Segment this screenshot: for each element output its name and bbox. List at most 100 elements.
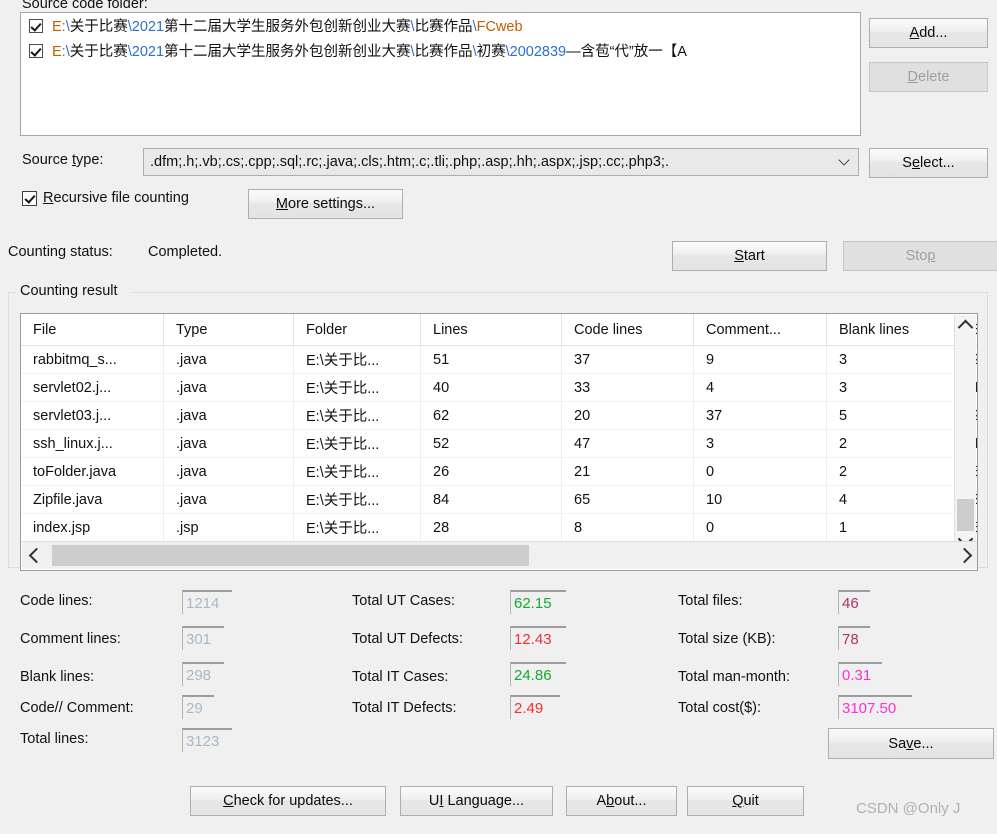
column-header-code-lines[interactable]: Code lines [561,314,694,346]
vertical-scrollbar[interactable] [954,315,976,550]
table-row[interactable]: toFolder.java.javaE:\关于比...262102824 [21,457,977,486]
source-type-label: Source type: [22,152,104,168]
source-type-combobox[interactable]: .dfm;.h;.vb;.cs;.cpp;.sql;.rc;.java;.cls… [143,148,859,176]
cell-file: servlet03.j... [21,401,164,430]
column-header-file[interactable]: File [21,314,164,346]
table-row[interactable]: Zipfile.java.javaE:\关于比...84651043480 [21,485,977,514]
summary-value-code-lines: 1214 [182,590,232,614]
save-button[interactable]: Save... [828,728,994,759]
table-row[interactable]: servlet03.j....javaE:\关于比...62203752706 [21,401,977,430]
table-header-row: File Type Folder Lines Code lines Commen… [21,314,977,346]
cell-code-lines: 47 [561,429,694,458]
results-table[interactable]: File Type Folder Lines Code lines Commen… [20,313,978,571]
cell-comment: 9 [693,345,827,374]
recursive-label: Recursive file counting [43,190,189,206]
cell-blank-lines: 2 [826,457,960,486]
cell-file: toFolder.java [21,457,164,486]
summary-value-total-cost: 3107.50 [838,695,912,719]
folder-path-2: E:\关于比赛\2021第十二届大学生服务外包创新创业大赛\比赛作品\初赛\20… [52,44,687,60]
scroll-right-icon[interactable] [950,542,977,569]
cell-code-lines: 65 [561,485,694,514]
scroll-left-icon[interactable] [22,542,50,569]
cell-code-lines: 33 [561,373,694,402]
summary-label-it-defects: Total IT Defects: [352,700,457,716]
summary-label-total-lines: Total lines: [20,731,89,747]
more-settings-button[interactable]: More settings... [248,189,403,219]
summary-label-ut-defects: Total UT Defects: [352,631,463,647]
summary-label-comment-lines: Comment lines: [20,631,121,647]
cell-code-lines: 37 [561,345,694,374]
cell-code-lines: 8 [561,513,694,542]
column-header-blank-lines[interactable]: Blank lines [826,314,960,346]
scroll-up-icon[interactable] [955,315,976,336]
list-item[interactable]: E:\关于比赛\2021第十二届大学生服务外包创新创业大赛\比赛作品\初赛\20… [21,38,860,63]
summary-value-total-lines: 3123 [182,728,232,752]
checkbox-icon[interactable] [29,18,43,33]
start-button[interactable]: Start [672,241,827,271]
select-button[interactable]: Select... [869,148,988,178]
summary-value-code-comment: 29 [182,695,214,719]
ui-language-button[interactable]: UI Language... [400,786,553,816]
cell-code-lines: 21 [561,457,694,486]
vertical-scrollbar-thumb[interactable] [957,499,974,531]
counting-result-title: Counting result [16,283,122,299]
cell-blank-lines: 3 [826,373,960,402]
summary-label-ut-cases: Total UT Cases: [352,593,455,609]
table-row[interactable]: servlet02.j....javaE:\关于比...4033431454 [21,373,977,402]
cell-folder: E:\关于比... [293,429,421,458]
delete-button: Delete [869,62,988,92]
check-for-updates-button[interactable]: Check for updates... [190,786,386,816]
cell-lines: 52 [420,429,562,458]
cell-blank-lines: 5 [826,401,960,430]
table-row[interactable]: index.jsp.jspE:\关于比...28801883 [21,513,977,542]
source-counter-window: Source code folder: E:\关于比赛\2021第十二届大学生服… [0,0,997,834]
about-button[interactable]: About... [566,786,677,816]
quit-button[interactable]: Quit [687,786,804,816]
column-header-folder[interactable]: Folder [293,314,421,346]
cell-lines: 84 [420,485,562,514]
cell-blank-lines: 2 [826,429,960,458]
checkbox-icon[interactable] [22,190,37,206]
cell-comment: 0 [693,513,827,542]
add-button[interactable]: Add... [869,18,988,48]
summary-value-comment-lines: 301 [182,626,224,650]
cell-blank-lines: 3 [826,345,960,374]
source-type-value: .dfm;.h;.vb;.cs;.cpp;.sql;.rc;.java;.cls… [150,154,669,170]
summary-value-blank-lines: 298 [182,662,224,686]
summary-label-total-files: Total files: [678,593,743,609]
horizontal-scrollbar[interactable] [22,541,977,569]
cell-folder: E:\关于比... [293,373,421,402]
source-folder-list[interactable]: E:\关于比赛\2021第十二届大学生服务外包创新创业大赛\比赛作品\FCweb… [20,12,861,136]
cell-folder: E:\关于比... [293,345,421,374]
summary-value-total-man-month: 0.31 [838,662,882,686]
table-row[interactable]: ssh_linux.j....javaE:\关于比...5247321724 [21,429,977,458]
cell-lines: 26 [420,457,562,486]
cell-lines: 62 [420,401,562,430]
cell-folder: E:\关于比... [293,513,421,542]
cell-type: .java [163,373,294,402]
cell-comment: 37 [693,401,827,430]
cell-comment: 3 [693,429,827,458]
cell-blank-lines: 4 [826,485,960,514]
source-code-folder-label: Source code folder: [22,0,148,12]
recursive-file-counting-checkbox[interactable]: Recursive file counting [22,190,189,206]
column-header-comment[interactable]: Comment... [693,314,827,346]
summary-label-total-man-month: Total man-month: [678,669,791,685]
cell-code-lines: 20 [561,401,694,430]
table-row[interactable]: rabbitmq_s....javaE:\关于比...5137932153 [21,345,977,374]
list-item[interactable]: E:\关于比赛\2021第十二届大学生服务外包创新创业大赛\比赛作品\FCweb [21,13,860,38]
chevron-down-icon[interactable] [840,156,850,166]
horizontal-scrollbar-thumb[interactable] [52,545,529,566]
cell-comment: 0 [693,457,827,486]
summary-value-it-cases: 24.86 [510,662,566,686]
checkbox-icon[interactable] [29,43,43,58]
summary-label-blank-lines: Blank lines: [20,669,95,685]
summary-value-total-files: 46 [838,590,870,614]
cell-comment: 10 [693,485,827,514]
cell-type: .java [163,457,294,486]
column-header-lines[interactable]: Lines [420,314,562,346]
summary-label-it-cases: Total IT Cases: [352,669,449,685]
column-header-type[interactable]: Type [163,314,294,346]
cell-file: rabbitmq_s... [21,345,164,374]
folder-path-1: E:\关于比赛\2021第十二届大学生服务外包创新创业大赛\比赛作品\FCweb [52,19,523,35]
